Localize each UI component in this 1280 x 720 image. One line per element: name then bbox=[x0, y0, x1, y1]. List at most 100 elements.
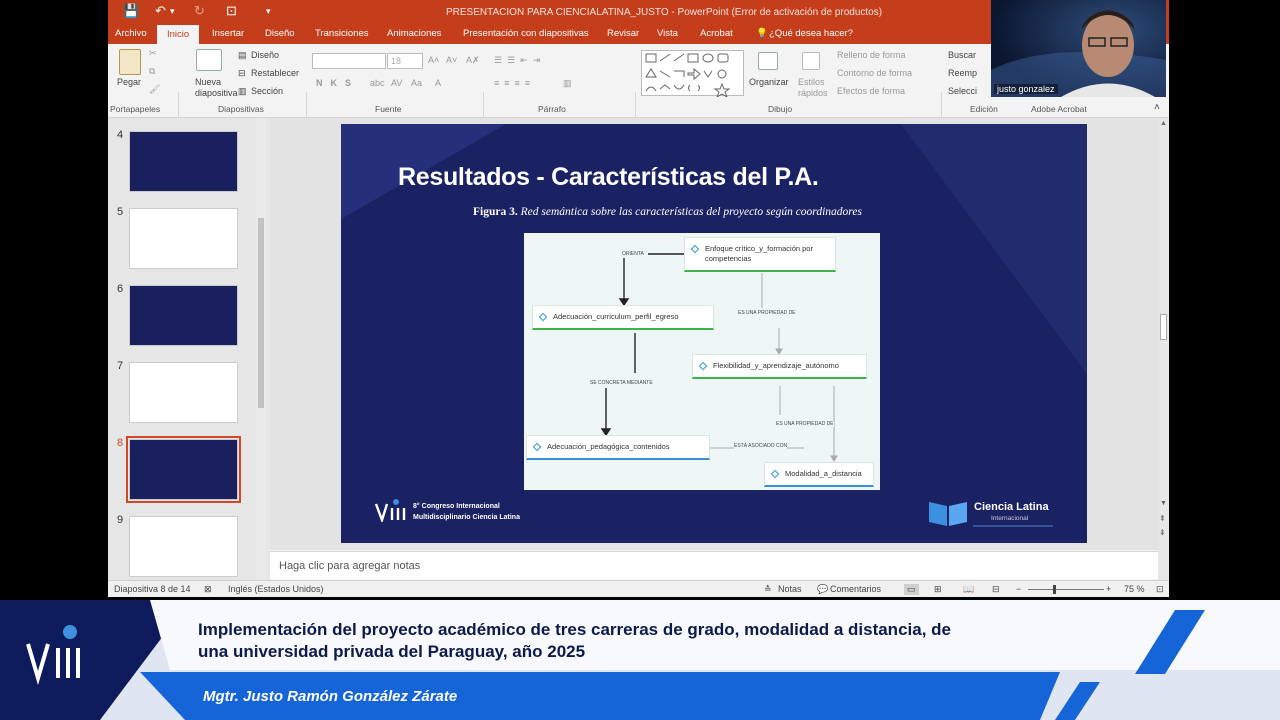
font-size-select[interactable]: 18 bbox=[387, 53, 423, 69]
slide-thumbnail-7[interactable] bbox=[129, 362, 238, 423]
layout-button[interactable]: Diseño bbox=[251, 50, 279, 60]
notes-placeholder[interactable]: Haga clic para agregar notas bbox=[279, 560, 420, 572]
shape-outline-button[interactable]: Contorno de forma bbox=[837, 68, 912, 78]
replace-button[interactable]: Reemp bbox=[948, 68, 977, 78]
clear-format-icon[interactable]: A✗ bbox=[466, 55, 480, 66]
slide-thumbnail-8[interactable] bbox=[126, 436, 241, 503]
format-painter-icon[interactable]: 🖌 bbox=[149, 84, 160, 95]
tab-archivo[interactable]: Archivo bbox=[115, 28, 147, 39]
reset-button[interactable]: Restablecer bbox=[251, 68, 299, 78]
node-label: Flexibilidad_y_aprendizaje_autónomo bbox=[713, 361, 839, 370]
slide-thumbnail-6[interactable] bbox=[129, 285, 238, 346]
slide-thumbnail-9[interactable] bbox=[129, 516, 238, 577]
webcam-video: justo gonzalez bbox=[991, 0, 1166, 97]
node-adecuacion-pedagogica[interactable]: Adecuación_pedagógica_contenidos bbox=[526, 435, 710, 460]
font-family-select[interactable] bbox=[312, 53, 386, 69]
slide-thumbnail-5[interactable] bbox=[129, 208, 238, 269]
strikethrough-icon[interactable]: abc bbox=[370, 78, 385, 88]
zoom-out-icon[interactable]: − bbox=[1016, 584, 1021, 594]
slide-scrollbar[interactable]: ▲ ▼ ⇞ ⇟ bbox=[1158, 118, 1169, 580]
comments-icon: 💬 bbox=[817, 584, 829, 594]
columns-icon[interactable]: ▥ bbox=[563, 78, 572, 89]
next-slide-icon[interactable]: ⇟ bbox=[1159, 528, 1166, 537]
tab-acrobat[interactable]: Acrobat bbox=[700, 28, 733, 39]
presenter-name: Mgtr. Justo Ramón González Zárate bbox=[203, 688, 458, 705]
undo-icon[interactable]: ↶ bbox=[155, 3, 166, 19]
new-slide-icon[interactable] bbox=[196, 49, 222, 71]
node-modalidad[interactable]: Modalidad_a_distancia bbox=[764, 462, 874, 487]
tab-transiciones[interactable]: Transiciones bbox=[315, 28, 369, 39]
paste-icon[interactable] bbox=[119, 49, 141, 75]
tab-vista[interactable]: Vista bbox=[657, 28, 678, 39]
quick-styles-button[interactable]: Estilos rápidos bbox=[798, 77, 832, 99]
window-title: PRESENTACION PARA CIENCIALATINA_JUSTO - … bbox=[446, 7, 883, 18]
reading-view-icon[interactable]: 📖 bbox=[963, 584, 974, 595]
figure-caption[interactable]: Figura 3. Red semántica sobre las caract… bbox=[473, 206, 862, 218]
semantic-network-diagram[interactable]: Enfoque crítico_y_formación por competen… bbox=[524, 233, 880, 490]
section-button[interactable]: Sección bbox=[251, 86, 283, 96]
collapse-ribbon-icon[interactable]: ˄ bbox=[1154, 102, 1160, 113]
slide-sorter-icon[interactable]: ⊞ bbox=[934, 584, 942, 595]
grow-font-icon[interactable]: A˄ bbox=[428, 55, 439, 65]
new-slide-button[interactable]: Nueva diapositiva bbox=[195, 77, 238, 99]
redo-icon[interactable]: ↻ bbox=[194, 3, 205, 19]
slideshow-icon[interactable]: ⊟ bbox=[992, 584, 1000, 595]
slide-title[interactable]: Resultados - Características del P.A. bbox=[398, 163, 819, 192]
font-color-icon[interactable]: A bbox=[435, 78, 441, 88]
tab-presentacion[interactable]: Presentación con diapositivas bbox=[463, 28, 589, 39]
start-slideshow-icon[interactable]: ⊡ bbox=[226, 3, 237, 19]
diamond-icon bbox=[770, 469, 780, 479]
shape-effects-button[interactable]: Efectos de forma bbox=[837, 86, 905, 96]
zoom-slider-thumb[interactable] bbox=[1053, 585, 1056, 594]
congress-line-2: Multidisciplinario Ciencia Latina bbox=[413, 514, 520, 521]
current-slide[interactable]: Resultados - Características del P.A. Fi… bbox=[341, 124, 1087, 543]
scrollbar-thumb[interactable] bbox=[1160, 314, 1167, 340]
tab-animaciones[interactable]: Animaciones bbox=[387, 28, 441, 39]
arrange-icon[interactable] bbox=[758, 52, 778, 70]
congress-line-1: 8° Congreso Internacional bbox=[413, 503, 500, 510]
shape-fill-button[interactable]: Relleno de forma bbox=[837, 50, 906, 60]
zoom-slider[interactable] bbox=[1028, 589, 1104, 590]
shapes-gallery[interactable] bbox=[641, 50, 744, 99]
font-style-buttons[interactable]: NKS bbox=[316, 78, 359, 88]
change-case-icon[interactable]: Aa bbox=[411, 78, 422, 88]
notes-button[interactable]: Notas bbox=[778, 584, 802, 594]
align-buttons[interactable]: ≡≡≡≡ bbox=[494, 78, 535, 88]
zoom-level[interactable]: 75 % bbox=[1124, 584, 1145, 594]
shrink-font-icon[interactable]: A˅ bbox=[446, 55, 457, 65]
node-flexibilidad[interactable]: Flexibilidad_y_aprendizaje_autónomo bbox=[692, 354, 867, 379]
language-indicator[interactable]: Inglés (Estados Unidos) bbox=[228, 584, 324, 594]
comments-button[interactable]: Comentarios bbox=[830, 584, 881, 594]
scroll-up-icon[interactable]: ▲ bbox=[1160, 120, 1167, 127]
paste-button[interactable]: Pegar bbox=[117, 77, 141, 87]
cut-icon[interactable]: ✂ bbox=[149, 48, 157, 59]
notes-pane[interactable]: Haga clic para agregar notas bbox=[270, 551, 1158, 579]
arrange-button[interactable]: Organizar bbox=[749, 77, 789, 87]
spellcheck-icon[interactable]: ⊠ bbox=[204, 584, 212, 595]
node-enfoque[interactable]: Enfoque crítico_y_formación por competen… bbox=[684, 237, 836, 272]
list-buttons[interactable]: ☰☰⇤⇥ bbox=[494, 55, 545, 66]
tab-revisar[interactable]: Revisar bbox=[607, 28, 639, 39]
select-button[interactable]: Selecci bbox=[948, 86, 977, 96]
scroll-down-icon[interactable]: ▼ bbox=[1160, 500, 1167, 507]
thumb-number: 8 bbox=[117, 437, 124, 449]
fit-to-window-icon[interactable]: ⊡ bbox=[1156, 584, 1164, 595]
customize-qat-icon[interactable]: ▾ bbox=[266, 6, 271, 17]
tell-me-search[interactable]: ¿Qué desea hacer? bbox=[769, 28, 853, 39]
tab-inicio[interactable]: Inicio bbox=[157, 25, 200, 44]
undo-dropdown-icon[interactable]: ▾ bbox=[170, 6, 175, 17]
node-adecuacion-curriculum[interactable]: Adecuación_curriculum_perfil_egreso bbox=[532, 305, 714, 330]
tab-insertar[interactable]: Insertar bbox=[212, 28, 244, 39]
zoom-in-icon[interactable]: + bbox=[1106, 584, 1111, 594]
previous-slide-icon[interactable]: ⇞ bbox=[1159, 514, 1166, 523]
char-spacing-icon[interactable]: AV bbox=[391, 78, 402, 88]
thumbnails-scrollbar[interactable] bbox=[256, 118, 266, 580]
quick-styles-icon[interactable] bbox=[802, 52, 820, 70]
save-icon[interactable]: 💾 bbox=[123, 3, 139, 19]
scrollbar-thumb[interactable] bbox=[258, 218, 264, 408]
copy-icon[interactable]: ⧉ bbox=[149, 66, 155, 77]
normal-view-icon[interactable]: ▭ bbox=[904, 584, 919, 595]
tab-diseno[interactable]: Diseño bbox=[265, 28, 295, 39]
slide-thumbnail-4[interactable] bbox=[129, 131, 238, 192]
find-button[interactable]: Buscar bbox=[948, 50, 976, 60]
